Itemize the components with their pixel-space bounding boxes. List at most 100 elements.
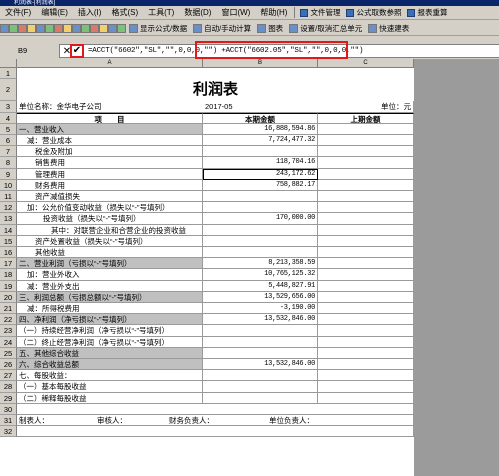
prior-amount[interactable] <box>318 258 414 270</box>
current-amount[interactable]: 7,724,477.32 <box>203 135 318 147</box>
current-amount[interactable] <box>203 381 318 393</box>
prior-amount[interactable] <box>318 291 414 303</box>
prior-amount[interactable] <box>318 280 414 292</box>
row-header[interactable]: 28 <box>0 381 17 393</box>
row-header[interactable]: 17 <box>0 258 17 270</box>
row-header[interactable]: 10 <box>0 179 17 191</box>
toolbar-icon[interactable] <box>90 23 99 33</box>
row-header[interactable]: 31 <box>0 415 17 427</box>
current-amount[interactable]: 5,448,827.91 <box>203 280 318 292</box>
menu-button-1[interactable]: 公式取数参照 <box>343 6 404 20</box>
current-amount[interactable]: 758,882.17 <box>203 179 318 191</box>
row-header[interactable]: 6 <box>0 135 17 147</box>
toolbar-icon[interactable] <box>72 23 81 33</box>
prior-amount[interactable] <box>318 123 414 135</box>
prior-amount[interactable] <box>318 347 414 359</box>
toolbar-icon[interactable] <box>36 23 45 33</box>
row-header[interactable]: 1 <box>0 68 17 80</box>
menu-item-6[interactable]: 窗口(W) <box>216 6 255 20</box>
current-amount[interactable]: 170,000.00 <box>203 213 318 225</box>
menu-button-2[interactable]: 报表重算 <box>404 6 450 20</box>
prior-amount[interactable] <box>318 314 414 326</box>
prior-amount[interactable] <box>318 392 414 404</box>
row-header[interactable]: 8 <box>0 157 17 169</box>
row-header[interactable]: 20 <box>0 291 17 303</box>
row-header[interactable]: 18 <box>0 269 17 281</box>
row-header[interactable]: 11 <box>0 191 17 203</box>
toolbar-button-1[interactable]: 自动/手动计算 <box>190 21 254 36</box>
row-header[interactable]: 22 <box>0 314 17 326</box>
toolbar-icon[interactable] <box>108 23 117 33</box>
row-header[interactable]: 24 <box>0 336 17 348</box>
row-header[interactable]: 7 <box>0 146 17 158</box>
prior-amount[interactable] <box>318 146 414 158</box>
prior-amount[interactable] <box>318 213 414 225</box>
current-amount[interactable]: 13,529,656.00 <box>203 291 318 303</box>
menu-item-0[interactable]: 文件(F) <box>0 6 36 20</box>
toolbar-button-2[interactable]: 图表 <box>254 21 286 36</box>
menu-item-1[interactable]: 编辑(E) <box>36 6 73 20</box>
row-header[interactable]: 16 <box>0 247 17 259</box>
row-header[interactable]: 32 <box>0 426 17 438</box>
prior-amount[interactable] <box>318 224 414 236</box>
prior-amount[interactable] <box>318 157 414 169</box>
worksheet-grid[interactable]: A B C 1 2 3 4 5 6 7 8 9 10 11 12 13 14 15 16 17 18 19 20 21 22 23… <box>0 59 499 476</box>
row-header[interactable]: 21 <box>0 303 17 315</box>
row-header[interactable]: 12 <box>0 202 17 214</box>
prior-amount[interactable] <box>318 202 414 214</box>
menu-item-3[interactable]: 格式(S) <box>106 6 143 20</box>
row-header[interactable]: 4 <box>0 112 17 124</box>
row-header[interactable]: 9 <box>0 168 17 180</box>
current-amount[interactable] <box>203 202 318 214</box>
current-amount[interactable]: 13,532,846.00 <box>203 359 318 371</box>
prior-amount[interactable] <box>318 235 414 247</box>
row-header[interactable]: 29 <box>0 392 17 404</box>
current-amount[interactable]: 8,213,358.59 <box>203 258 318 270</box>
row-header[interactable]: 15 <box>0 235 17 247</box>
cell-reference[interactable]: B9 <box>0 44 60 58</box>
prior-amount[interactable] <box>318 303 414 315</box>
row-header[interactable]: 26 <box>0 359 17 371</box>
row-header[interactable]: 2 <box>0 79 17 102</box>
current-amount[interactable]: 118,704.16 <box>203 157 318 169</box>
current-amount[interactable] <box>203 325 318 337</box>
toolbar-icon[interactable] <box>99 23 108 33</box>
current-amount[interactable]: 243,172.62 <box>203 168 318 180</box>
current-amount[interactable] <box>203 146 318 158</box>
current-amount[interactable] <box>203 247 318 259</box>
confirm-check-icon[interactable]: ✔ <box>70 44 84 58</box>
current-amount[interactable] <box>203 370 318 382</box>
toolbar-button-4[interactable]: 快速建表 <box>365 21 412 36</box>
row-header[interactable]: 14 <box>0 224 17 236</box>
menu-item-7[interactable]: 帮助(H) <box>255 6 292 20</box>
row-header[interactable]: 13 <box>0 213 17 225</box>
prior-amount[interactable] <box>318 191 414 203</box>
column-header-A[interactable]: A <box>17 59 203 68</box>
toolbar-icon[interactable] <box>63 23 72 33</box>
current-amount[interactable]: -3,190.00 <box>203 303 318 315</box>
current-amount[interactable] <box>203 224 318 236</box>
current-amount[interactable] <box>203 191 318 203</box>
menu-item-2[interactable]: 插入(I) <box>73 6 107 20</box>
prior-amount[interactable] <box>318 269 414 281</box>
current-amount[interactable]: 16,888,594.86 <box>203 123 318 135</box>
toolbar-icon[interactable] <box>27 23 36 33</box>
toolbar-icon[interactable] <box>45 23 54 33</box>
row-header[interactable]: 3 <box>0 101 17 113</box>
current-amount[interactable]: 10,765,125.32 <box>203 269 318 281</box>
row-header[interactable]: 30 <box>0 403 17 415</box>
prior-amount[interactable] <box>318 336 414 348</box>
prior-amount[interactable] <box>318 247 414 259</box>
toolbar-icon[interactable] <box>18 23 27 33</box>
prior-amount[interactable] <box>318 359 414 371</box>
prior-amount[interactable] <box>318 325 414 337</box>
prior-amount[interactable] <box>318 135 414 147</box>
menu-item-4[interactable]: 工具(T) <box>143 6 179 20</box>
formula-input[interactable]: =ACCT("6602","SL","",0,0,0,"") +ACCT("66… <box>84 47 363 55</box>
prior-amount[interactable] <box>318 381 414 393</box>
row-header[interactable]: 23 <box>0 325 17 337</box>
toolbar-icon[interactable] <box>54 23 63 33</box>
row-header[interactable]: 27 <box>0 370 17 382</box>
toolbar-button-3[interactable]: 设置/取消汇总单元 <box>286 21 365 36</box>
row-header[interactable]: 5 <box>0 123 17 135</box>
